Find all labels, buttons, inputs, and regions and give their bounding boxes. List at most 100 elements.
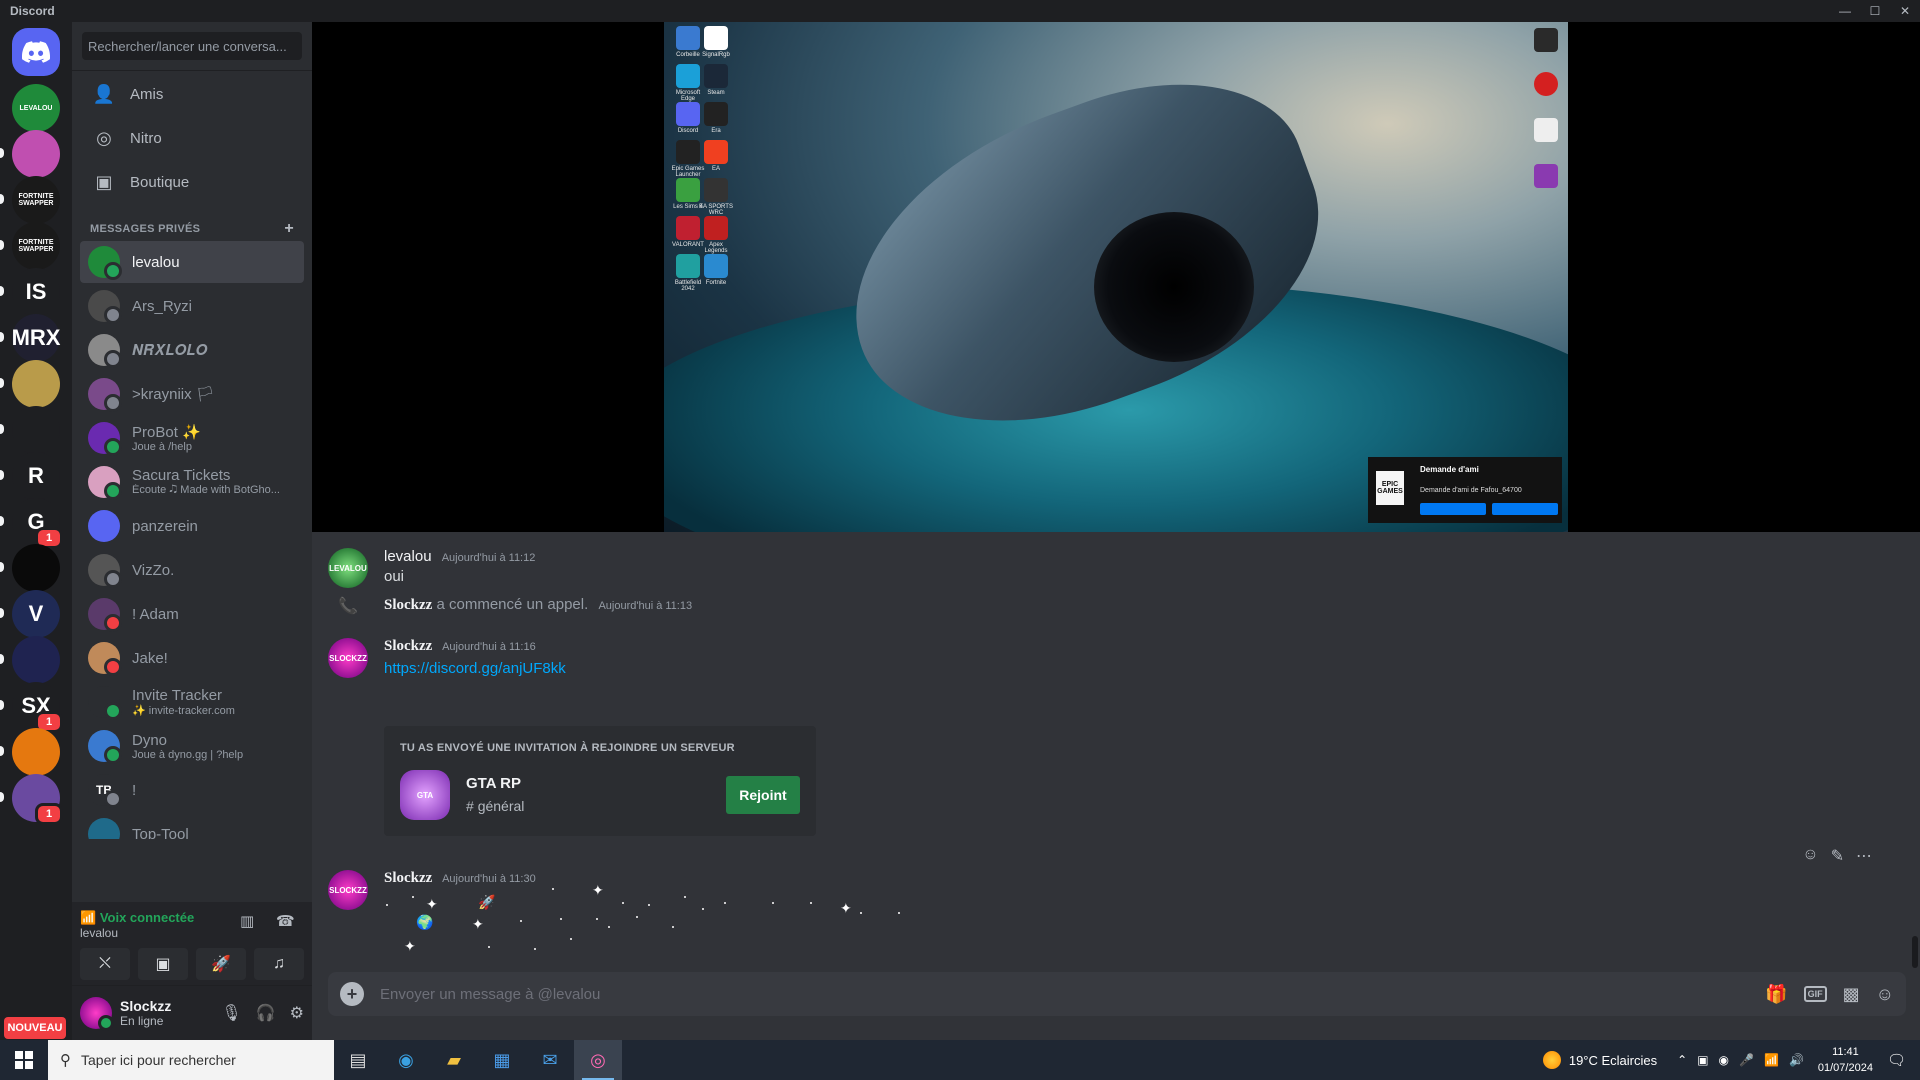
dm-item[interactable]: 𝑵𝑹𝑿𝑳𝑶𝑳𝑶 [80, 329, 304, 371]
message-avatar[interactable]: SLOCKZZ [328, 870, 368, 910]
disconnect-icon[interactable]: ☎ [276, 912, 295, 930]
tray-app-icon[interactable]: ◉ [1719, 1053, 1729, 1067]
server-icon[interactable]: FORTNITE SWAPPER [0, 176, 60, 224]
more-options-icon[interactable]: ⋯ [1856, 846, 1872, 866]
server-icon[interactable] [0, 544, 60, 592]
desktop-icon [1534, 118, 1558, 142]
screen-share-stream[interactable]: Corbeille SignalRgb Microsoft Edge Steam Dis… [312, 22, 1920, 532]
edit-pencil-icon[interactable]: ✎ [1831, 846, 1844, 866]
dm-item[interactable]: Jake! [80, 637, 304, 679]
server-icon[interactable]: SX 1 [0, 682, 63, 733]
voice-channel[interactable]: levalou [80, 926, 118, 940]
noise-suppression-icon[interactable]: ▥ [240, 912, 254, 930]
attach-plus-button[interactable]: + [340, 982, 364, 1006]
server-icon[interactable]: 1 [0, 774, 63, 825]
invite-link[interactable]: https://discord.gg/anjUF8kk [384, 660, 566, 677]
user-avatar[interactable] [80, 997, 114, 1031]
screen-share-button[interactable]: ▣ [138, 948, 188, 980]
dm-header: MESSAGES PRIVÉS + [72, 205, 312, 239]
start-button[interactable] [0, 1051, 48, 1069]
avatar [88, 466, 122, 500]
scrollbar-thumb[interactable] [1912, 936, 1918, 968]
server-icon[interactable]: FORTNITE SWAPPER [0, 222, 60, 270]
desktop-icon [704, 216, 728, 240]
camera-off-button[interactable]: ⛌ [80, 948, 130, 980]
minimize-button[interactable]: — [1830, 4, 1860, 18]
dm-name: Invite Tracker [132, 687, 223, 704]
microphone-icon[interactable]: 🎙 [221, 1003, 241, 1023]
close-button[interactable]: ✕ [1890, 4, 1920, 18]
soundboard-button[interactable]: ♫ [254, 948, 304, 980]
dm-item[interactable]: Invite Tracker ✨ invite-tracker.com [80, 681, 304, 723]
join-button[interactable]: Rejoint [726, 776, 800, 814]
dm-item[interactable]: >krayniix 🏳 [80, 373, 304, 415]
weather-widget[interactable]: 19°C Eclaircies [1542, 1051, 1657, 1069]
server-icon[interactable] [0, 406, 60, 454]
dm-item[interactable]: Sacura Tickets Écoute 🎝 Made with BotGho.… [80, 461, 304, 503]
dm-item[interactable]: TB! [80, 769, 304, 811]
dm-item[interactable]: VizZo. [80, 549, 304, 591]
store-icon[interactable]: ▦ [478, 1040, 526, 1080]
desktop-icon [676, 102, 700, 126]
message-timestamp: Aujourd'hui à 11:12 [441, 552, 536, 564]
dm-item[interactable]: ! Adam [80, 593, 304, 635]
search-input[interactable]: Rechercher/lancer une conversa... [82, 32, 302, 60]
server-icon[interactable] [0, 130, 60, 178]
server-icon[interactable]: V [0, 590, 60, 638]
discord-home-button[interactable] [12, 28, 60, 76]
settings-gear-icon[interactable]: ⚙ [290, 1003, 304, 1023]
new-badge[interactable]: NOUVEAU [4, 1017, 66, 1039]
nav-item-amis[interactable]: 👤 Amis [80, 73, 304, 115]
stream-video[interactable]: Corbeille SignalRgb Microsoft Edge Steam Dis… [664, 22, 1568, 532]
task-view-icon[interactable]: ▤ [334, 1040, 382, 1080]
clock[interactable]: 11:41 01/07/2024 [1818, 1044, 1873, 1076]
message-avatar[interactable]: LEVALOU [328, 548, 368, 588]
server-icon[interactable] [0, 728, 60, 776]
gift-icon[interactable]: 🎁 [1765, 984, 1787, 1005]
server-icon[interactable]: LEVALOU [12, 84, 60, 132]
sparkle-icon: ✦ [592, 882, 604, 898]
author-name[interactable]: Slockzz [384, 638, 432, 654]
activity-button[interactable]: 🚀 [196, 948, 246, 980]
dm-item[interactable]: levalou [80, 241, 304, 283]
maximize-button[interactable]: ☐ [1860, 4, 1890, 18]
emoji-icon[interactable]: ☺ [1876, 984, 1894, 1005]
notification-center-icon[interactable]: 🗨 [1887, 1051, 1906, 1069]
dm-item[interactable]: Ars_Ryzi [80, 285, 304, 327]
add-dm-button[interactable]: + [284, 221, 294, 237]
message-input[interactable]: Envoyer un message à @levalou [380, 986, 1765, 1003]
server-icon[interactable]: IS [0, 268, 60, 316]
volume-icon[interactable]: 🔊 [1789, 1053, 1804, 1067]
mail-icon[interactable]: ✉ [526, 1040, 574, 1080]
network-icon[interactable]: 📶 [1764, 1053, 1779, 1067]
server-icon[interactable]: MRX [0, 314, 60, 362]
nav-item-nitro[interactable]: ◎ Nitro [80, 117, 304, 159]
chevron-up-icon[interactable]: ⌃ [1677, 1053, 1687, 1067]
tray-app-icon[interactable]: ▣ [1697, 1053, 1708, 1067]
microphone-icon[interactable]: 🎤 [1739, 1053, 1754, 1067]
server-icon[interactable]: G1 [0, 498, 63, 549]
notification-view-button[interactable] [1420, 503, 1486, 515]
author-name[interactable]: levalou [384, 548, 432, 565]
gif-button[interactable]: GIF [1803, 986, 1827, 1002]
edge-icon[interactable]: ◉ [382, 1040, 430, 1080]
server-icon[interactable]: R [0, 452, 60, 500]
dm-item[interactable]: Dyno Joue à dyno.gg | ?help [80, 725, 304, 767]
discord-taskbar-icon[interactable]: ◎ [574, 1040, 622, 1080]
nav-item-boutique[interactable]: ▣ Boutique [80, 161, 304, 203]
sticker-icon[interactable]: ▩ [1843, 984, 1860, 1005]
dm-item[interactable]: Top-Tool [80, 813, 304, 839]
friend-request-notification[interactable]: EPIC GAMES Demande d'ami Demande d'ami d… [1368, 457, 1562, 523]
notification-ignore-button[interactable] [1492, 503, 1558, 515]
author-name[interactable]: Slockzz [384, 870, 432, 886]
taskbar-search[interactable]: ⚲ Taper ici pour rechercher [48, 1040, 334, 1080]
caller-name[interactable]: Slockzz [384, 597, 432, 613]
file-explorer-icon[interactable]: ▰ [430, 1040, 478, 1080]
add-reaction-icon[interactable]: ☺ [1802, 846, 1818, 866]
headphones-icon[interactable]: 🎧 [256, 1003, 276, 1023]
message-avatar[interactable]: SLOCKZZ [328, 638, 368, 678]
dm-item[interactable]: ProBot ✨ Joue à /help [80, 417, 304, 459]
server-icon[interactable] [0, 636, 60, 684]
server-icon[interactable] [0, 360, 60, 408]
dm-item[interactable]: panzerein [80, 505, 304, 547]
